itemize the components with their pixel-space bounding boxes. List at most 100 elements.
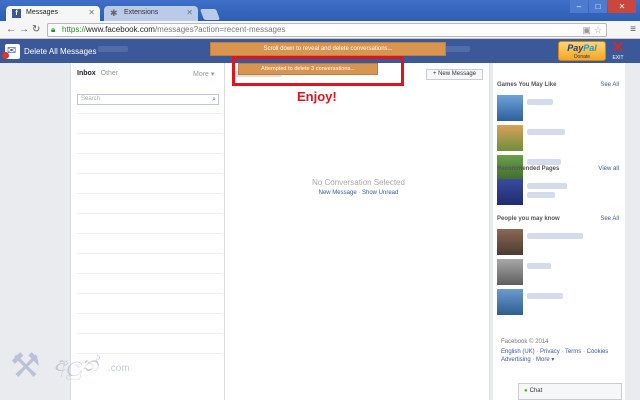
browser-titlebar: f Messages ✕ ✱ Extensions ✕ – □ ✕ (0, 0, 640, 21)
facebook-favicon-icon: f (12, 9, 21, 18)
extension-icon[interactable]: ▣ (582, 24, 591, 36)
list-divider (77, 213, 223, 214)
conversation-pane: + New Message No Conversation Selected N… (226, 63, 491, 400)
list-divider (77, 273, 223, 274)
person-avatar[interactable] (497, 289, 523, 315)
scroll-notice-banner: Scroll down to reveal and delete convers… (210, 42, 446, 56)
blurred-text (527, 99, 553, 105)
footer-copyright: Facebook © 2014 (501, 339, 549, 345)
delete-status-banner: Attempted to delete 3 conversations... (238, 63, 378, 75)
recommended-pages-title: Recommended Pages (497, 166, 560, 172)
conversation-links: New Message · Show Unread (226, 190, 491, 196)
footer-link-advertising[interactable]: Advertising (501, 357, 531, 363)
person-avatar[interactable] (497, 229, 523, 255)
message-folder-tabs: Inbox Other (77, 70, 118, 77)
chat-bar[interactable]: ● Chat (518, 383, 622, 400)
exit-button[interactable]: ✕ EXIT (610, 39, 626, 61)
list-divider (77, 313, 223, 314)
tab-inbox[interactable]: Inbox (77, 70, 96, 77)
blurred-text (527, 183, 567, 189)
minimize-icon[interactable]: – (570, 0, 588, 13)
pages-view-all-link[interactable]: View all (598, 166, 619, 172)
footer-link-language[interactable]: English (UK) (501, 349, 535, 355)
games-see-all-link[interactable]: See All (600, 82, 619, 88)
blurred-header-text (98, 46, 128, 52)
footer-link-privacy[interactable]: Privacy (540, 349, 560, 355)
blurred-text (527, 233, 583, 239)
lock-icon: 🔒︎ (51, 25, 56, 34)
list-divider (77, 233, 223, 234)
hamburger-menu-icon[interactable]: ≡ (630, 24, 636, 35)
close-window-icon[interactable]: ✕ (608, 0, 636, 13)
tab-label: Extensions (124, 9, 159, 16)
blurred-text (527, 293, 563, 299)
game-thumbnail[interactable] (497, 125, 523, 151)
page-thumbnail[interactable] (497, 179, 523, 205)
people-you-may-know-title: People you may know (497, 216, 560, 222)
chat-label: Chat (529, 388, 543, 394)
footer-link-terms[interactable]: Terms (565, 349, 581, 355)
exit-x-icon: ✕ (611, 39, 625, 56)
new-message-button[interactable]: + New Message (426, 69, 483, 80)
blurred-text (527, 129, 565, 135)
search-icon[interactable]: ⌕ (212, 95, 216, 104)
search-input[interactable]: Search ⌕ (77, 94, 219, 105)
site-watermark-logo: ⚒ අලුත් .com (10, 346, 140, 394)
footer-links: English (UK) · Privacy · Terms · Cookies… (501, 349, 609, 363)
tab-extensions[interactable]: ✱ Extensions ✕ (104, 6, 198, 21)
address-bar[interactable]: 🔒︎ https://www.facebook.com/messages?act… (47, 23, 607, 37)
watermark-com: .com (108, 363, 130, 374)
delete-all-messages-title: Delete All Messages (2, 42, 97, 60)
game-thumbnail[interactable] (497, 95, 523, 121)
tab-messages[interactable]: f Messages ✕ (6, 6, 100, 21)
list-divider (77, 293, 223, 294)
blurred-text (527, 263, 551, 269)
person-avatar[interactable] (497, 259, 523, 285)
games-title: Games You May Like (497, 82, 557, 88)
list-divider (77, 333, 223, 334)
forward-arrow-icon[interactable]: → (19, 24, 29, 36)
tab-close-icon[interactable]: ✕ (88, 8, 95, 17)
url-host: www.facebook.com (86, 25, 155, 34)
right-sidebar: Games You May Like See All Recommended P… (493, 63, 625, 400)
new-tab-button[interactable] (199, 9, 221, 20)
list-divider (77, 133, 223, 134)
more-dropdown[interactable]: More ▾ (193, 70, 214, 78)
list-divider (77, 113, 223, 114)
maximize-icon[interactable]: □ (589, 0, 607, 13)
paypal-donate-button[interactable]: PayPal Donate (558, 41, 606, 61)
list-divider (77, 193, 223, 194)
enjoy-caption: Enjoy! (297, 89, 337, 104)
omnibox-icons: ▣ ☆ (582, 24, 602, 36)
show-unread-link[interactable]: Show Unread (362, 190, 398, 196)
url-scheme: https:// (62, 25, 87, 34)
list-divider (77, 173, 223, 174)
bookmark-star-icon[interactable]: ☆ (594, 24, 602, 36)
puzzle-favicon-icon: ✱ (110, 8, 118, 18)
list-divider (77, 253, 223, 254)
extension-title: Delete All Messages (24, 46, 97, 56)
tab-other[interactable]: Other (101, 70, 119, 77)
reload-icon[interactable]: ↻ (32, 24, 40, 36)
footer-link-more[interactable]: More ▾ (536, 357, 554, 363)
window-controls: – □ ✕ (570, 0, 636, 13)
footer-link-cookies[interactable]: Cookies (587, 349, 609, 355)
new-message-link[interactable]: New Message (319, 190, 357, 196)
hammer-icon: ⚒ (10, 347, 41, 385)
tab-label: Messages (26, 9, 58, 16)
url-path: /messages?action=recent-messages (154, 25, 286, 34)
delete-messages-icon (2, 43, 20, 59)
paypal-logo: PayPal (567, 43, 597, 53)
people-see-all-link[interactable]: See All (600, 216, 619, 222)
no-conversation-text: No Conversation Selected (312, 178, 405, 187)
back-arrow-icon[interactable]: ← (6, 24, 16, 36)
search-placeholder: Search (81, 96, 101, 102)
browser-toolbar: ← → ↻ 🔒︎ https://www.facebook.com/messag… (0, 21, 640, 39)
tab-close-icon[interactable]: ✕ (186, 8, 193, 17)
list-divider (77, 153, 223, 154)
watermark-script: අලුත් (54, 354, 98, 376)
blurred-text (527, 159, 561, 165)
blurred-text (527, 192, 555, 198)
online-dot-icon: ● (524, 388, 528, 394)
donate-label: Donate (573, 54, 591, 60)
